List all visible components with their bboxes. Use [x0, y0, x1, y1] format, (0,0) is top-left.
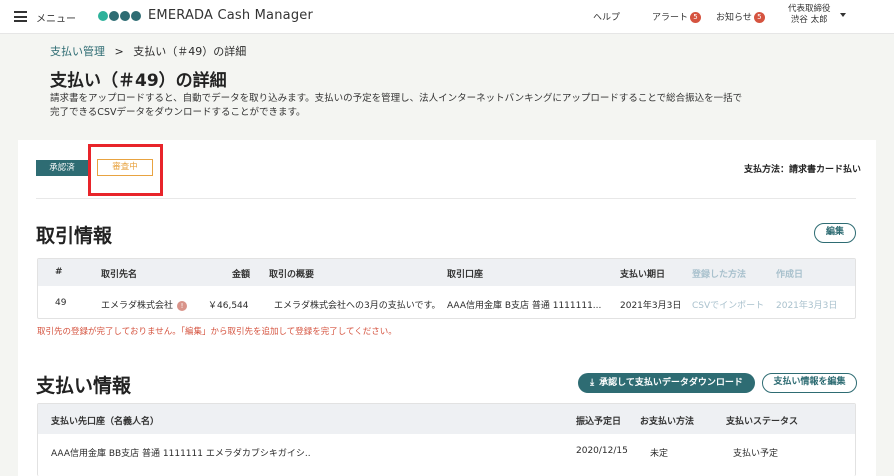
row-partner: エメラダ株式会社! [101, 298, 188, 311]
nav-alert-link[interactable]: アラート 5 [652, 10, 702, 23]
breadcrumb-separator: > [114, 45, 124, 58]
menu-label[interactable]: メニュー [36, 10, 76, 25]
info-icon[interactable]: ! [177, 300, 188, 311]
row-payee-account: AAA信用金庫 BB支店 普通 1111111 エメラダカブシキガイシ.. [51, 449, 311, 459]
column-header-created: 作成日 [776, 270, 804, 280]
nav-notice-link[interactable]: お知らせ 5 [716, 10, 765, 23]
column-header-pay-method: お支払い方法 [640, 417, 695, 427]
column-header-partner: 取引先名 [101, 270, 138, 280]
row-transfer-date: 2020/12/15 [576, 446, 628, 456]
row-created: 2021年3月3日 [776, 301, 838, 311]
breadcrumb-current: 支払い（＃49）の詳細 [133, 45, 247, 58]
row-summary: エメラダ株式会社への3月の支払いです。 [274, 301, 441, 311]
user-role: 代表取締役 [788, 4, 831, 14]
column-header-account: 取引口座 [447, 270, 484, 280]
column-header-transfer-date: 振込予定日 [576, 417, 622, 427]
row-pay-method: 未定 [650, 449, 669, 459]
row-amount: ￥46,544 [208, 301, 249, 311]
column-header-summary: 取引の概要 [269, 270, 315, 280]
payment-table-header: 支払い先口座（名義人名） 振込予定日 お支払い方法 支払いステータス [38, 404, 855, 434]
alert-count-badge: 5 [690, 12, 702, 23]
column-header-payee-account: 支払い先口座（名義人名） [51, 417, 160, 427]
user-menu[interactable]: 代表取締役 渋谷 太郎 [788, 4, 831, 26]
logo-icon [98, 11, 142, 21]
breadcrumb-parent-link[interactable]: 支払い管理 [50, 45, 105, 58]
payment-table: 支払い先口座（名義人名） 振込予定日 お支払い方法 支払いステータス AAA信用… [37, 403, 856, 476]
transaction-section-title: 取引情報 [36, 225, 113, 247]
row-due-date: 2021年3月3日 [620, 301, 682, 311]
nav-help-link[interactable]: ヘルプ [593, 10, 620, 23]
nav-alert-label: アラート [652, 13, 689, 23]
row-method: CSVでインポート [692, 301, 765, 311]
download-icon: ⤓ [590, 378, 595, 388]
row-account: AAA信用金庫 B支店 普通 1111111... [447, 301, 602, 311]
breadcrumb: 支払い管理 > 支払い（＃49）の詳細 [50, 43, 246, 59]
highlight-annotation-box [88, 144, 163, 196]
column-header-amount: 金額 [232, 270, 251, 280]
row-id: 49 [55, 298, 67, 308]
chevron-down-icon[interactable] [840, 13, 846, 17]
hamburger-menu-icon[interactable] [14, 11, 27, 22]
page-description: 請求書をアップロードすると、自動でデータを取り込みます。支払いの予定を管理し、法… [50, 93, 743, 118]
row-partner-name: エメラダ株式会社 [101, 301, 174, 311]
column-header-method: 登録した方法 [692, 270, 747, 280]
payment-method: 支払方法：請求書カード払い [744, 162, 861, 175]
approve-download-button[interactable]: ⤓ 承認して支払いデータダウンロード [578, 373, 755, 393]
transaction-table: # 取引先名 金額 取引の概要 取引口座 支払い期日 登録した方法 作成日 49… [37, 258, 856, 319]
payment-method-value: 請求書カード払い [789, 165, 862, 175]
user-name: 渋谷 太郎 [790, 15, 828, 25]
error-message: 取引先の登録が完了しておりません。「編集」から取引先を追加して登録を完了してくだ… [37, 327, 397, 337]
column-header-due-date: 支払い期日 [620, 270, 666, 280]
transaction-table-header: # 取引先名 金額 取引の概要 取引口座 支払い期日 登録した方法 作成日 [38, 259, 855, 286]
status-approved-badge: 承認済 [36, 160, 88, 176]
top-bar: メニュー EMERADA Cash Manager ヘルプ アラート 5 お知らせ… [0, 0, 894, 34]
divider [36, 198, 856, 199]
row-pay-status: 支払い予定 [733, 449, 779, 459]
approve-download-label: 承認して支払いデータダウンロード [599, 378, 743, 388]
payment-section-title: 支払い情報 [36, 375, 132, 397]
payment-method-label: 支払方法： [744, 165, 790, 175]
notice-count-badge: 5 [753, 12, 765, 23]
column-header-pay-status: 支払いステータス [726, 417, 799, 427]
transaction-edit-button[interactable]: 編集 [814, 223, 856, 243]
brand-name[interactable]: EMERADA Cash Manager [148, 8, 313, 23]
payment-edit-button[interactable]: 支払い情報を編集 [762, 373, 857, 393]
column-header-number: # [55, 267, 63, 277]
nav-notice-label: お知らせ [716, 13, 752, 23]
page-title: 支払い（＃49）の詳細 [50, 71, 227, 91]
